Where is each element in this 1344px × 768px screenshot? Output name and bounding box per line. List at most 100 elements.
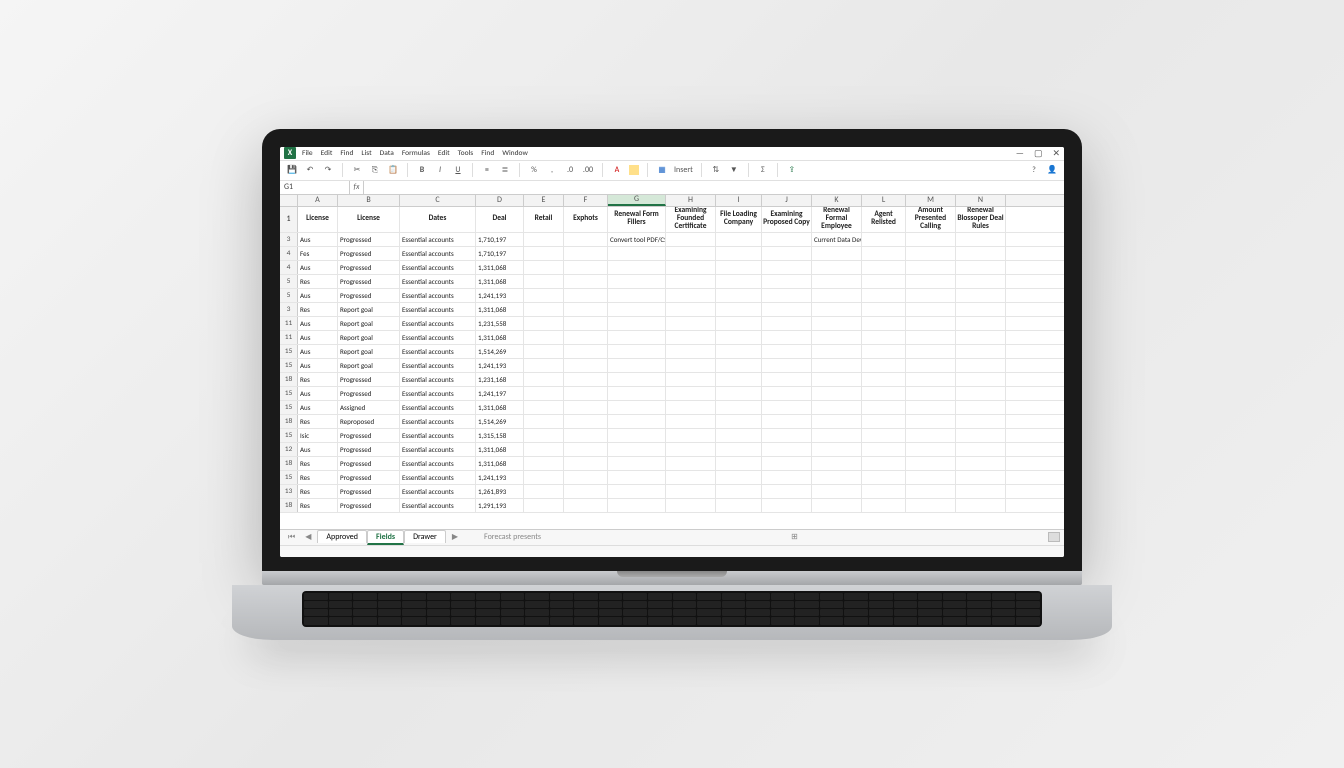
cell[interactable] xyxy=(862,471,906,484)
cell[interactable] xyxy=(862,415,906,428)
cell[interactable] xyxy=(812,303,862,316)
fill-color-icon[interactable] xyxy=(629,165,639,175)
cell[interactable]: 1,241,193 xyxy=(476,471,524,484)
cell[interactable] xyxy=(762,317,812,330)
cell[interactable] xyxy=(862,331,906,344)
cell[interactable]: Fes xyxy=(298,247,338,260)
row-header[interactable]: 3 xyxy=(280,303,298,316)
cell[interactable] xyxy=(608,373,666,386)
cell[interactable]: 1,311,068 xyxy=(476,457,524,470)
cell[interactable] xyxy=(524,471,564,484)
cell[interactable] xyxy=(716,331,762,344)
cell[interactable] xyxy=(564,233,608,246)
cell[interactable] xyxy=(762,387,812,400)
cell[interactable] xyxy=(906,359,956,372)
cell[interactable] xyxy=(812,261,862,274)
cell[interactable] xyxy=(564,289,608,302)
header-cell[interactable]: File Loading Company xyxy=(716,207,762,232)
paste-icon[interactable]: 📋 xyxy=(387,164,399,176)
cell[interactable] xyxy=(608,415,666,428)
cell[interactable] xyxy=(666,429,716,442)
cell[interactable]: Progressed xyxy=(338,275,400,288)
row-header[interactable]: 15 xyxy=(280,387,298,400)
cell[interactable] xyxy=(608,401,666,414)
cell[interactable] xyxy=(564,499,608,512)
percent-icon[interactable]: % xyxy=(528,164,540,176)
cut-icon[interactable]: ✂ xyxy=(351,164,363,176)
cell[interactable] xyxy=(564,485,608,498)
menu-find[interactable]: Find xyxy=(340,149,353,158)
cell[interactable]: 1,241,193 xyxy=(476,289,524,302)
cell[interactable]: Essential accounts xyxy=(400,471,476,484)
tab-nav-first-icon[interactable]: ⏮ xyxy=(284,532,299,542)
cell[interactable] xyxy=(666,233,716,246)
cell[interactable]: 1,311,068 xyxy=(476,401,524,414)
cell[interactable] xyxy=(524,303,564,316)
cell[interactable] xyxy=(812,429,862,442)
cell[interactable]: Essential accounts xyxy=(400,345,476,358)
cell[interactable]: 1,311,068 xyxy=(476,261,524,274)
row-header[interactable]: 11 xyxy=(280,317,298,330)
cell[interactable]: Essential accounts xyxy=(400,485,476,498)
cell[interactable] xyxy=(564,275,608,288)
column-header-N[interactable]: N xyxy=(956,195,1006,206)
cell[interactable]: Progressed xyxy=(338,457,400,470)
cell[interactable] xyxy=(862,499,906,512)
cell[interactable]: Aus xyxy=(298,345,338,358)
cell[interactable] xyxy=(906,303,956,316)
cell[interactable] xyxy=(564,359,608,372)
filter-icon[interactable]: ▼ xyxy=(728,164,740,176)
cell[interactable] xyxy=(666,373,716,386)
formula-bar[interactable] xyxy=(364,181,1064,194)
cell[interactable] xyxy=(812,359,862,372)
row-header[interactable]: 15 xyxy=(280,401,298,414)
cell[interactable] xyxy=(862,261,906,274)
cell[interactable] xyxy=(564,471,608,484)
cell[interactable]: Report goal xyxy=(338,345,400,358)
cell[interactable]: Aus xyxy=(298,317,338,330)
cell[interactable] xyxy=(906,457,956,470)
cell[interactable] xyxy=(762,331,812,344)
cell[interactable] xyxy=(716,303,762,316)
header-cell[interactable]: Amount Presented Calling xyxy=(906,207,956,232)
cell[interactable] xyxy=(666,275,716,288)
column-header-H[interactable]: H xyxy=(666,195,716,206)
cell[interactable]: 1,311,068 xyxy=(476,331,524,344)
menu-edit[interactable]: Edit xyxy=(438,149,450,158)
cell[interactable] xyxy=(608,261,666,274)
cell[interactable] xyxy=(564,457,608,470)
cell[interactable] xyxy=(906,485,956,498)
column-header-A[interactable]: A xyxy=(298,195,338,206)
row-header[interactable]: 18 xyxy=(280,499,298,512)
bold-icon[interactable]: B xyxy=(416,164,428,176)
cell[interactable] xyxy=(716,415,762,428)
cell[interactable] xyxy=(906,247,956,260)
row-header[interactable]: 15 xyxy=(280,345,298,358)
menu-tools[interactable]: Tools xyxy=(458,149,474,158)
help-icon[interactable]: ? xyxy=(1028,164,1040,176)
cell[interactable]: Progressed xyxy=(338,247,400,260)
cell[interactable] xyxy=(956,317,1006,330)
cell[interactable] xyxy=(762,233,812,246)
cell[interactable] xyxy=(862,247,906,260)
cell[interactable] xyxy=(716,345,762,358)
cell[interactable] xyxy=(564,331,608,344)
cell[interactable]: 1,291,193 xyxy=(476,499,524,512)
cell[interactable] xyxy=(716,289,762,302)
cell[interactable]: 1,311,068 xyxy=(476,303,524,316)
cell[interactable] xyxy=(812,471,862,484)
cell[interactable] xyxy=(564,373,608,386)
cell[interactable] xyxy=(862,275,906,288)
cell[interactable] xyxy=(762,247,812,260)
cell[interactable] xyxy=(812,275,862,288)
cell[interactable] xyxy=(762,373,812,386)
cell[interactable] xyxy=(812,415,862,428)
cell[interactable] xyxy=(812,289,862,302)
cell[interactable] xyxy=(762,429,812,442)
cell[interactable] xyxy=(524,485,564,498)
cell[interactable]: Progressed xyxy=(338,387,400,400)
cell[interactable] xyxy=(608,345,666,358)
cell[interactable]: Progressed xyxy=(338,499,400,512)
cell[interactable] xyxy=(564,443,608,456)
cell[interactable] xyxy=(608,275,666,288)
